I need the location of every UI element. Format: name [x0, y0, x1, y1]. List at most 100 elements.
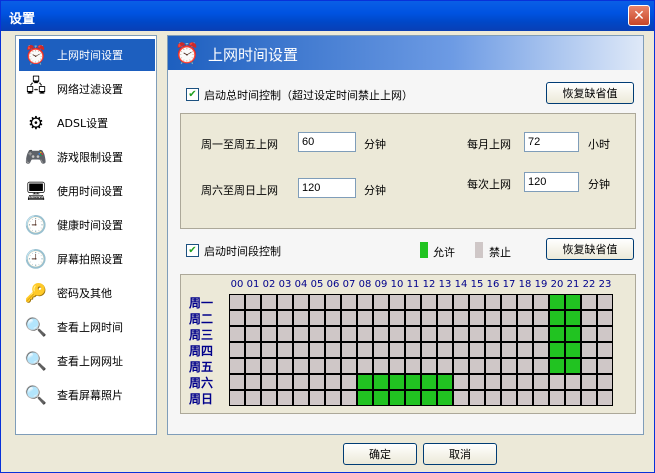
schedule-cell[interactable]: [453, 310, 469, 326]
schedule-cell[interactable]: [341, 358, 357, 374]
schedule-cell[interactable]: [421, 326, 437, 342]
schedule-cell[interactable]: [565, 342, 581, 358]
schedule-cell[interactable]: [341, 342, 357, 358]
schedule-cell[interactable]: [549, 358, 565, 374]
schedule-cell[interactable]: [565, 326, 581, 342]
schedule-cell[interactable]: [453, 326, 469, 342]
weekend-minutes-input[interactable]: [298, 178, 356, 198]
schedule-cell[interactable]: [405, 310, 421, 326]
schedule-cell[interactable]: [581, 294, 597, 310]
schedule-cell[interactable]: [437, 374, 453, 390]
schedule-cell[interactable]: [597, 342, 613, 358]
schedule-cell[interactable]: [245, 294, 261, 310]
schedule-cell[interactable]: [405, 294, 421, 310]
schedule-cell[interactable]: [325, 342, 341, 358]
ok-button[interactable]: 确定: [343, 443, 417, 465]
sidebar-item-4[interactable]: 🖥 使用时间设置: [19, 175, 155, 207]
sidebar-item-5[interactable]: 🕘 健康时间设置: [19, 209, 155, 241]
weekday-minutes-input[interactable]: [298, 132, 356, 152]
schedule-cell[interactable]: [389, 326, 405, 342]
schedule-cell[interactable]: [245, 342, 261, 358]
schedule-cell[interactable]: [309, 358, 325, 374]
schedule-cell[interactable]: [517, 326, 533, 342]
schedule-cell[interactable]: [261, 342, 277, 358]
schedule-cell[interactable]: [293, 390, 309, 406]
schedule-cell[interactable]: [261, 310, 277, 326]
schedule-cell[interactable]: [581, 326, 597, 342]
schedule-cell[interactable]: [309, 374, 325, 390]
schedule-cell[interactable]: [309, 390, 325, 406]
schedule-cell[interactable]: [469, 310, 485, 326]
schedule-cell[interactable]: [277, 310, 293, 326]
cancel-button[interactable]: 取消: [423, 443, 497, 465]
schedule-cell[interactable]: [485, 294, 501, 310]
schedule-cell[interactable]: [421, 358, 437, 374]
schedule-cell[interactable]: [437, 326, 453, 342]
schedule-cell[interactable]: [357, 342, 373, 358]
schedule-cell[interactable]: [517, 374, 533, 390]
schedule-cell[interactable]: [357, 390, 373, 406]
schedule-cell[interactable]: [565, 310, 581, 326]
schedule-cell[interactable]: [485, 390, 501, 406]
schedule-cell[interactable]: [277, 358, 293, 374]
schedule-cell[interactable]: [565, 358, 581, 374]
schedule-cell[interactable]: [405, 374, 421, 390]
schedule-cell[interactable]: [597, 310, 613, 326]
schedule-cell[interactable]: [389, 374, 405, 390]
schedule-cell[interactable]: [533, 294, 549, 310]
schedule-cell[interactable]: [453, 294, 469, 310]
schedule-cell[interactable]: [277, 294, 293, 310]
schedule-cell[interactable]: [405, 342, 421, 358]
schedule-cell[interactable]: [277, 374, 293, 390]
schedule-cell[interactable]: [437, 390, 453, 406]
schedule-cell[interactable]: [581, 358, 597, 374]
schedule-cell[interactable]: [453, 390, 469, 406]
schedule-cell[interactable]: [453, 342, 469, 358]
schedule-cell[interactable]: [293, 342, 309, 358]
schedule-cell[interactable]: [437, 342, 453, 358]
schedule-cell[interactable]: [485, 310, 501, 326]
schedule-cell[interactable]: [229, 358, 245, 374]
sidebar-item-8[interactable]: 🔍 查看上网时间: [19, 311, 155, 343]
schedule-cell[interactable]: [501, 294, 517, 310]
schedule-cell[interactable]: [453, 358, 469, 374]
schedule-cell[interactable]: [293, 358, 309, 374]
schedule-cell[interactable]: [501, 374, 517, 390]
schedule-cell[interactable]: [565, 374, 581, 390]
schedule-cell[interactable]: [533, 358, 549, 374]
schedule-cell[interactable]: [549, 294, 565, 310]
schedule-cell[interactable]: [245, 358, 261, 374]
schedule-cell[interactable]: [549, 310, 565, 326]
schedule-cell[interactable]: [421, 342, 437, 358]
schedule-cell[interactable]: [357, 374, 373, 390]
schedule-cell[interactable]: [325, 326, 341, 342]
schedule-cell[interactable]: [421, 390, 437, 406]
schedule-cell[interactable]: [357, 294, 373, 310]
schedule-cell[interactable]: [533, 342, 549, 358]
schedule-cell[interactable]: [469, 342, 485, 358]
schedule-cell[interactable]: [357, 358, 373, 374]
schedule-cell[interactable]: [421, 374, 437, 390]
schedule-cell[interactable]: [325, 390, 341, 406]
schedule-cell[interactable]: [597, 374, 613, 390]
schedule-cell[interactable]: [581, 374, 597, 390]
close-button[interactable]: ✕: [628, 5, 650, 26]
schedule-cell[interactable]: [501, 390, 517, 406]
schedule-cell[interactable]: [533, 390, 549, 406]
schedule-cell[interactable]: [325, 294, 341, 310]
schedule-cell[interactable]: [293, 310, 309, 326]
schedule-cell[interactable]: [533, 374, 549, 390]
sidebar-item-10[interactable]: 🔍 查看屏幕照片: [19, 379, 155, 411]
schedule-cell[interactable]: [469, 326, 485, 342]
schedule-cell[interactable]: [485, 374, 501, 390]
schedule-cell[interactable]: [517, 342, 533, 358]
sidebar-item-6[interactable]: 🕘 屏幕拍照设置: [19, 243, 155, 275]
schedule-cell[interactable]: [549, 374, 565, 390]
schedule-cell[interactable]: [565, 390, 581, 406]
schedule-cell[interactable]: [533, 326, 549, 342]
schedule-cell[interactable]: [325, 310, 341, 326]
schedule-cell[interactable]: [357, 326, 373, 342]
schedule-cell[interactable]: [277, 342, 293, 358]
schedule-cell[interactable]: [245, 390, 261, 406]
schedule-cell[interactable]: [293, 374, 309, 390]
